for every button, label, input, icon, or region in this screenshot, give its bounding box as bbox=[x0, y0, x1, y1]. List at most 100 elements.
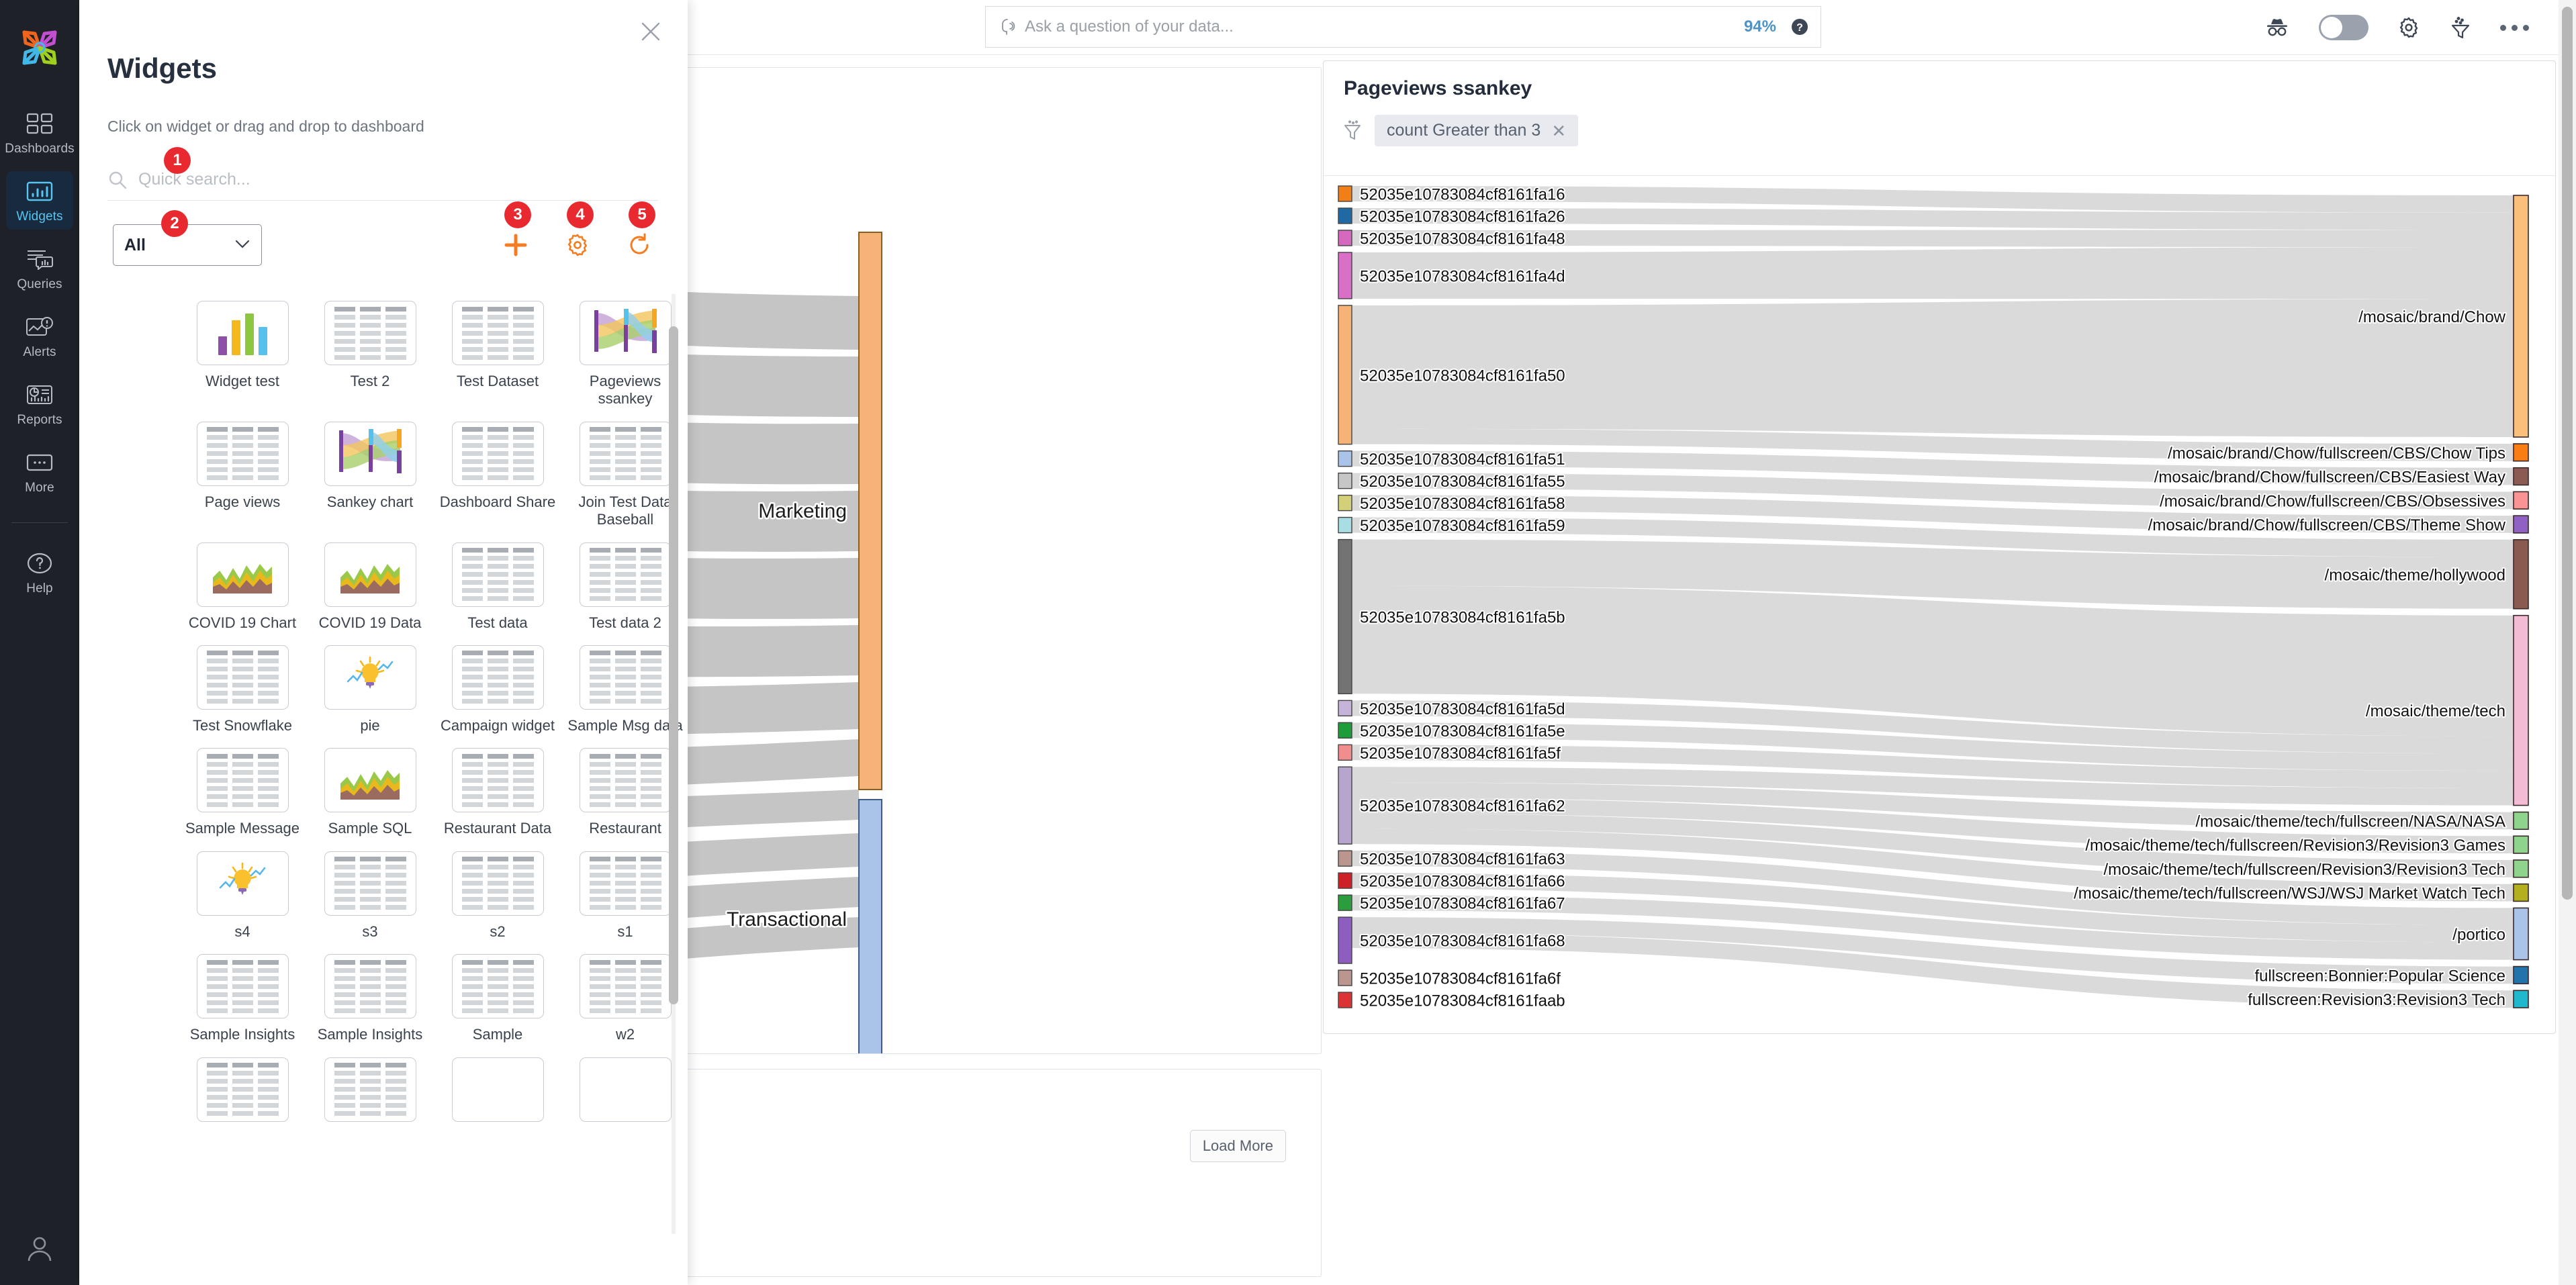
widget-card[interactable]: Sample Insights bbox=[179, 954, 306, 1043]
widget-card[interactable]: Dashboard Share bbox=[434, 422, 561, 529]
widget-card[interactable]: s4 bbox=[179, 851, 306, 941]
widget-thumbnail[interactable] bbox=[452, 954, 544, 1018]
widget-card[interactable]: Test Dataset bbox=[434, 301, 561, 408]
page-scrollbar[interactable] bbox=[2559, 0, 2576, 1285]
gear-icon[interactable] bbox=[2397, 15, 2421, 40]
widget-card[interactable]: Test Snowflake bbox=[179, 645, 306, 734]
widget-card[interactable]: COVID 19 Chart bbox=[179, 542, 306, 632]
widget-thumbnail[interactable] bbox=[580, 748, 672, 812]
sankey-source-node[interactable] bbox=[1338, 745, 1352, 760]
widget-card[interactable]: Widget test bbox=[179, 301, 306, 408]
sankey-source-node[interactable] bbox=[1338, 495, 1352, 511]
sankey-target-node[interactable] bbox=[2514, 908, 2528, 959]
widget-card[interactable]: pie bbox=[306, 645, 434, 734]
widget-thumbnail[interactable] bbox=[452, 1057, 544, 1122]
sankey-target-node[interactable] bbox=[2514, 540, 2528, 609]
widget-thumbnail[interactable] bbox=[452, 645, 544, 710]
filter-funnel-icon[interactable] bbox=[2449, 15, 2472, 40]
widget-thumbnail[interactable] bbox=[580, 542, 672, 607]
sankey-source-node[interactable] bbox=[1338, 230, 1352, 246]
search-input[interactable]: Quick search... bbox=[107, 159, 658, 201]
user-avatar-icon[interactable] bbox=[24, 1233, 55, 1264]
sankey-source-node[interactable] bbox=[1338, 767, 1352, 844]
sankey-target-node[interactable] bbox=[2514, 967, 2528, 984]
widget-thumbnail[interactable] bbox=[452, 422, 544, 486]
sankey-source-node[interactable] bbox=[1338, 722, 1352, 738]
widget-card[interactable]: Restaurant Data bbox=[434, 748, 561, 837]
widget-thumbnail[interactable] bbox=[324, 851, 416, 916]
widget-thumbnail[interactable] bbox=[324, 748, 416, 812]
sidebar-item-reports[interactable]: Reports bbox=[6, 375, 73, 433]
voice-input-icon[interactable] bbox=[998, 17, 1017, 36]
widget-thumbnail[interactable] bbox=[580, 645, 672, 710]
refresh-button[interactable] bbox=[626, 232, 653, 258]
widget-card[interactable]: Sample SQL bbox=[306, 748, 434, 837]
app-logo-icon[interactable] bbox=[11, 19, 68, 77]
widget-thumbnail[interactable] bbox=[197, 301, 289, 365]
widget-card[interactable]: Sample Insights bbox=[306, 954, 434, 1043]
sankey-target-node[interactable] bbox=[2514, 444, 2528, 461]
close-icon[interactable]: ✕ bbox=[1551, 122, 1566, 140]
widget-thumbnail[interactable] bbox=[197, 542, 289, 607]
sankey-target-node[interactable] bbox=[2514, 836, 2528, 853]
widget-thumbnail[interactable] bbox=[197, 422, 289, 486]
overflow-menu-icon[interactable] bbox=[2500, 25, 2529, 31]
widget-type-select[interactable]: All bbox=[113, 224, 262, 266]
sidebar-item-dashboards[interactable]: Dashboards bbox=[6, 103, 73, 162]
widget-thumbnail[interactable] bbox=[324, 301, 416, 365]
widget-card[interactable]: Sample Message bbox=[179, 748, 306, 837]
load-more-button[interactable]: Load More bbox=[1190, 1130, 1286, 1162]
widget-card[interactable] bbox=[179, 1057, 306, 1129]
widget-thumbnail[interactable] bbox=[580, 422, 672, 486]
widget-card[interactable]: COVID 19 Data bbox=[306, 542, 434, 632]
widget-thumbnail[interactable] bbox=[452, 748, 544, 812]
sankey-target-node[interactable] bbox=[2514, 616, 2528, 806]
filter-chip[interactable]: count Greater than 3 ✕ bbox=[1375, 115, 1578, 146]
widget-card[interactable]: Campaign widget bbox=[434, 645, 561, 734]
ask-question-input[interactable]: Ask a question of your data... 94% ? bbox=[985, 6, 1821, 48]
widget-thumbnail[interactable] bbox=[580, 1057, 672, 1122]
sidebar-item-queries[interactable]: Queries bbox=[6, 239, 73, 297]
widget-thumbnail[interactable] bbox=[580, 851, 672, 916]
widget-card[interactable]: Test data bbox=[434, 542, 561, 632]
sankey-source-node[interactable] bbox=[1338, 970, 1352, 986]
sankey-source-node[interactable] bbox=[1338, 917, 1352, 963]
sankey-source-node[interactable] bbox=[1338, 851, 1352, 866]
sankey-source-node[interactable] bbox=[1338, 873, 1352, 888]
incognito-icon[interactable] bbox=[2264, 16, 2291, 39]
sankey-target-node[interactable] bbox=[2514, 516, 2528, 533]
widget-card[interactable]: Test 2 bbox=[306, 301, 434, 408]
widget-thumbnail[interactable] bbox=[324, 542, 416, 607]
widget-thumbnail[interactable] bbox=[324, 645, 416, 710]
sankey-target-node[interactable] bbox=[2514, 491, 2528, 509]
sidebar-item-widgets[interactable]: Widgets bbox=[6, 171, 73, 230]
view-toggle-switch[interactable] bbox=[2319, 15, 2368, 40]
widget-thumbnail[interactable] bbox=[580, 301, 672, 365]
widget-card[interactable]: s2 bbox=[434, 851, 561, 941]
widget-thumbnail[interactable] bbox=[324, 1057, 416, 1122]
sidebar-item-more[interactable]: More bbox=[6, 442, 73, 501]
close-icon[interactable] bbox=[639, 20, 662, 43]
widget-thumbnail[interactable] bbox=[452, 851, 544, 916]
widget-thumbnail[interactable] bbox=[324, 954, 416, 1018]
sankey-source-node[interactable] bbox=[1338, 700, 1352, 716]
sidebar-item-help[interactable]: Help bbox=[6, 543, 73, 602]
widget-panel-scrollbar[interactable] bbox=[669, 294, 678, 1234]
filter-funnel-icon[interactable] bbox=[1342, 120, 1363, 142]
sankey-target-node[interactable] bbox=[2514, 468, 2528, 485]
widget-card[interactable]: s3 bbox=[306, 851, 434, 941]
sankey-source-node[interactable] bbox=[1338, 451, 1352, 467]
widget-thumbnail[interactable] bbox=[197, 954, 289, 1018]
sidebar-item-alerts[interactable]: Alerts bbox=[6, 307, 73, 365]
widget-card[interactable]: Sample bbox=[434, 954, 561, 1043]
widget-thumbnail[interactable] bbox=[324, 422, 416, 486]
sankey-source-node[interactable] bbox=[1338, 186, 1352, 201]
widget-thumbnail[interactable] bbox=[197, 748, 289, 812]
widget-thumbnail[interactable] bbox=[197, 1057, 289, 1122]
sankey-source-node[interactable] bbox=[1338, 305, 1352, 444]
sankey-source-node[interactable] bbox=[1338, 518, 1352, 533]
toggle-switch[interactable] bbox=[2319, 15, 2368, 40]
scrollbar-thumb[interactable] bbox=[669, 326, 678, 1004]
widget-settings-button[interactable] bbox=[564, 232, 591, 258]
add-widget-button[interactable] bbox=[502, 232, 529, 258]
